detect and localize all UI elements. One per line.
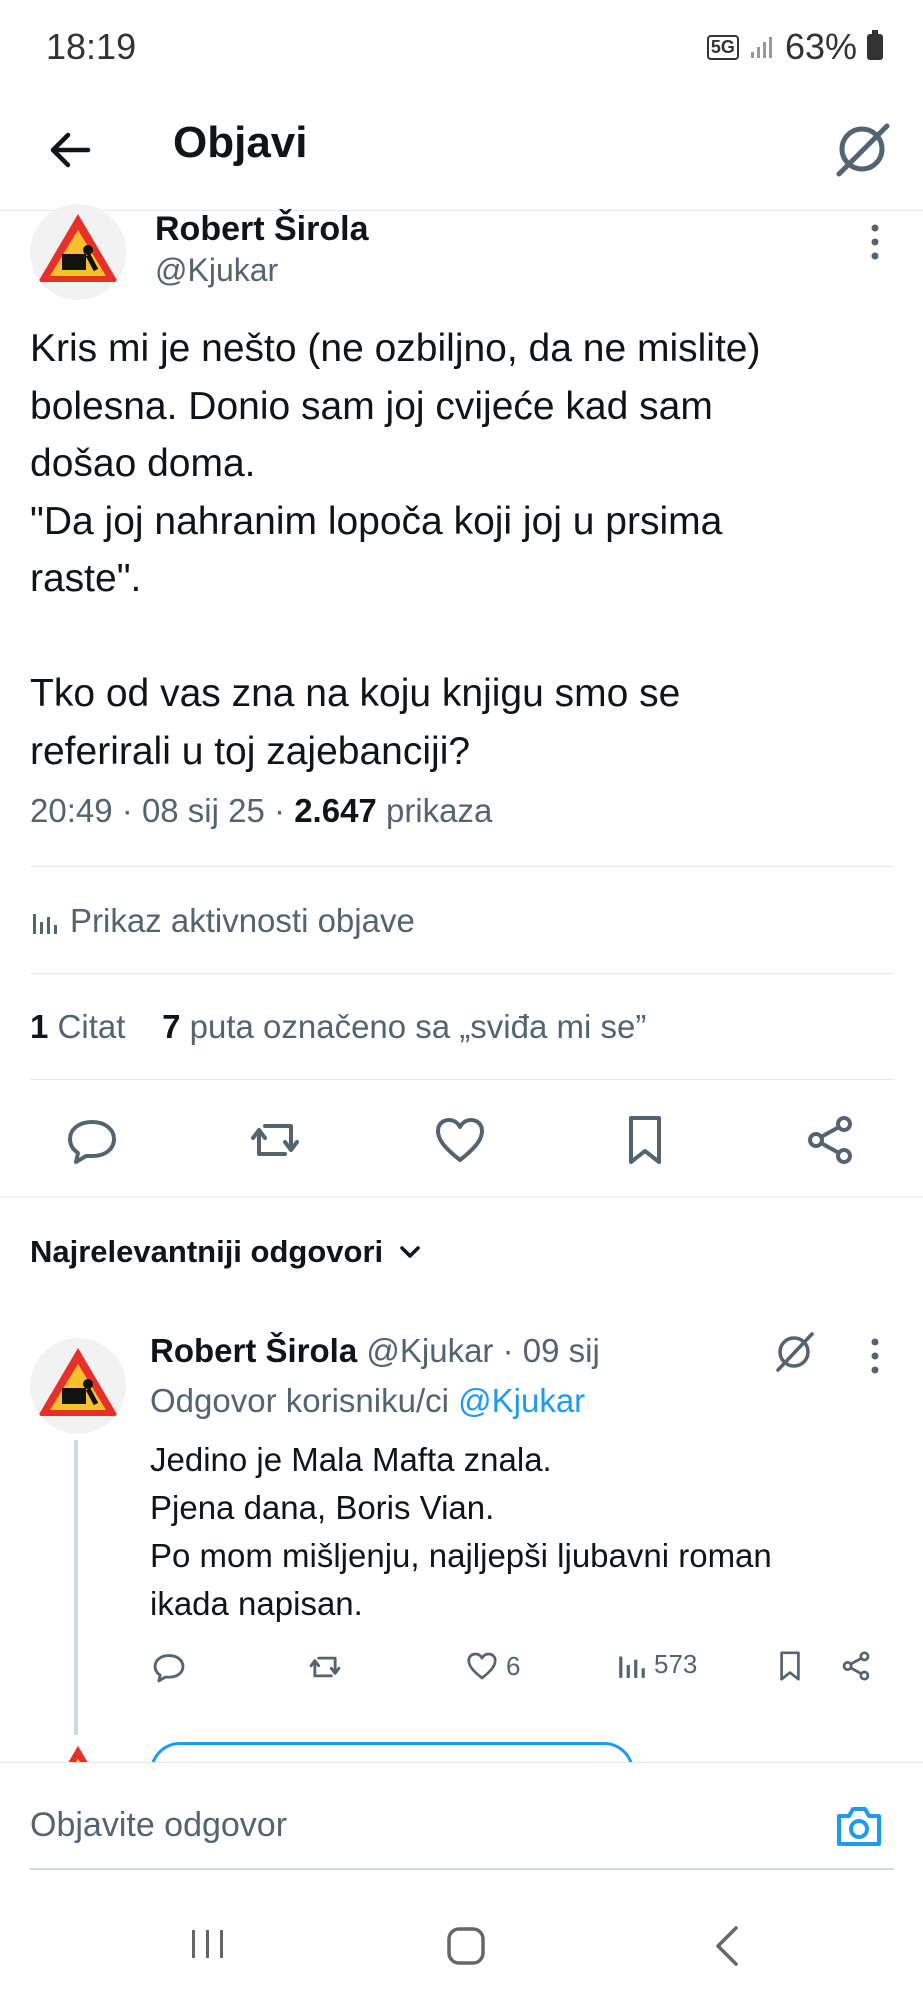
reply-to-label: Odgovor korisniku/ci	[150, 1382, 449, 1419]
reply-to-line: Odgovor korisniku/ci @Kjukar	[150, 1382, 585, 1420]
home-icon[interactable]	[444, 1924, 488, 1968]
repost-icon[interactable]	[245, 1110, 305, 1170]
engagement-counts: 1 Citat 7 puta označeno sa „sviđa mi se”	[30, 1008, 646, 1046]
divider	[30, 973, 894, 974]
reply-views-count: 573	[654, 1648, 698, 1679]
status-icons: 5G 63%	[706, 26, 883, 68]
roadwork-sign-icon	[38, 214, 118, 282]
reply-to-handle-link[interactable]: @Kjukar	[458, 1382, 585, 1419]
thread-line	[74, 1440, 78, 1735]
analytics-icon	[619, 1656, 645, 1678]
header-bar	[0, 95, 923, 211]
compose-underline	[30, 1868, 894, 1870]
share-icon	[842, 1651, 870, 1681]
reply-text: Jedino je Mala Mafta znala. Pjena dana, …	[150, 1441, 772, 1622]
battery-icon	[867, 30, 883, 60]
more-options-icon[interactable]	[870, 222, 880, 262]
repost-icon	[309, 1656, 341, 1678]
network-5g-icon: 5G	[706, 34, 739, 60]
post-text: Kris mi je nešto (ne ozbiljno, da ne mis…	[30, 327, 761, 773]
bookmark-icon[interactable]	[615, 1110, 675, 1170]
system-back-icon[interactable]	[706, 1922, 750, 1970]
grok-icon[interactable]	[772, 1330, 816, 1374]
section-divider	[0, 1196, 923, 1198]
reply-author-name[interactable]: Robert Širola	[150, 1332, 357, 1369]
analytics-icon	[33, 914, 57, 934]
reply-author-handle[interactable]: @Kjukar	[366, 1332, 493, 1369]
reply-header: Robert Širola @Kjukar · 09 sij	[150, 1332, 600, 1370]
grok-icon[interactable]	[831, 118, 893, 180]
roadwork-sign-icon	[38, 1348, 118, 1416]
like-heart-icon	[467, 1652, 497, 1680]
divider	[30, 866, 894, 867]
reply-bookmark-button[interactable]	[772, 1648, 808, 1684]
reply-share-button[interactable]	[838, 1648, 874, 1684]
camera-icon[interactable]	[833, 1800, 885, 1852]
reply-more-options-icon[interactable]	[870, 1336, 880, 1376]
back-arrow-icon[interactable]	[40, 120, 100, 180]
bookmark-icon	[780, 1651, 800, 1681]
reply-input[interactable]: Objavite odgovor	[30, 1806, 287, 1845]
reply-repost-button[interactable]	[306, 1648, 344, 1686]
replies-sort-dropdown[interactable]: Najrelevantniji odgovori	[30, 1234, 423, 1270]
page-title: Objavi	[173, 118, 308, 167]
sort-label: Najrelevantniji odgovori	[30, 1234, 384, 1269]
post-views-count: 2.647	[294, 792, 377, 829]
post-views-label: prikaza	[385, 792, 493, 829]
reply-likes-count: 6	[506, 1650, 521, 1681]
post-meta: 20:49 · 08 sij 25 · 2.647 prikaza	[30, 792, 493, 829]
chevron-down-icon	[400, 1246, 420, 1258]
author-handle[interactable]: @Kjukar	[155, 252, 278, 289]
avatar[interactable]	[30, 204, 126, 300]
author-name[interactable]: Robert Širola	[155, 210, 368, 249]
post-activity-link[interactable]: Prikaz aktivnosti objave	[30, 902, 415, 940]
reply-date: · 09 sij	[502, 1332, 600, 1369]
signal-icon	[750, 37, 772, 58]
reply-avatar[interactable]	[30, 1338, 126, 1434]
status-time: 18:19	[46, 26, 137, 67]
recent-apps-icon[interactable]	[186, 1924, 230, 1964]
post-date: 08 sij 25	[141, 792, 265, 829]
reply-icon[interactable]	[62, 1110, 122, 1170]
reply-reply-button[interactable]	[150, 1648, 188, 1686]
share-icon[interactable]	[800, 1110, 860, 1170]
divider	[30, 1079, 894, 1080]
quotes-link[interactable]: 1 Citat	[30, 1008, 125, 1045]
reply-views-button[interactable]: 573	[616, 1648, 697, 1680]
reply-icon	[153, 1654, 185, 1683]
reply-like-button[interactable]: 6	[464, 1648, 520, 1684]
activity-label: Prikaz aktivnosti objave	[70, 902, 415, 939]
battery-percent: 63%	[784, 26, 857, 67]
likes-link[interactable]: 7 puta označeno sa „sviđa mi se”	[162, 1008, 646, 1045]
like-heart-icon[interactable]	[430, 1110, 490, 1170]
post-time: 20:49	[30, 792, 113, 829]
